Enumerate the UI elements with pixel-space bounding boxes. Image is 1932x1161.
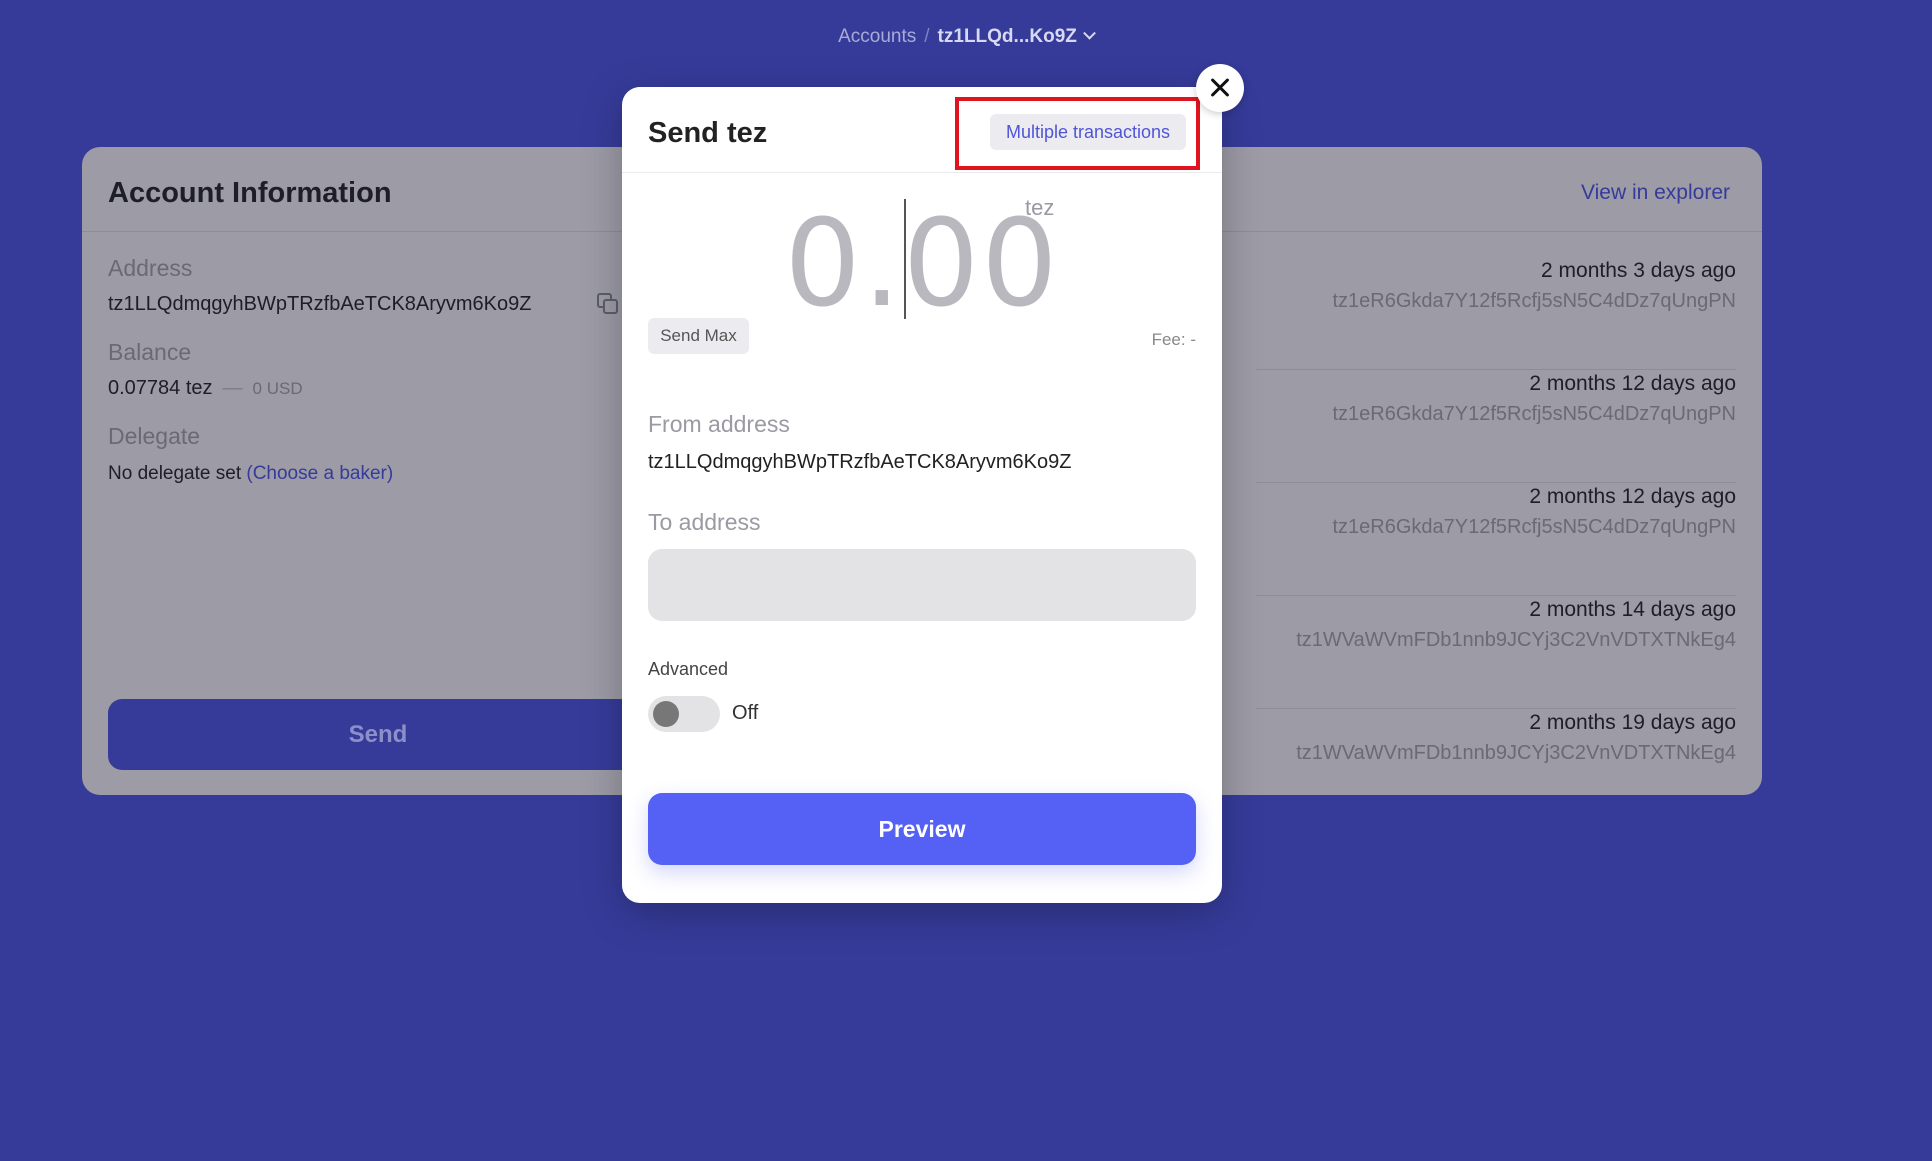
text-cursor [904, 199, 906, 319]
breadcrumb-separator: / [924, 26, 930, 47]
balance-value-row: 0.07784 tez — 0 USD [108, 377, 303, 400]
advanced-label: Advanced [648, 659, 729, 679]
from-address-value: tz1LLQdmqgyhBWpTRzfbAeTCK8Aryvm6Ko9Z [648, 451, 1072, 473]
transaction-address: tz1eR6Gkda7Y12f5Rcfj5sN5C4dDz7qUngPN [1332, 516, 1736, 538]
transaction-time: 2 months 3 days ago [1541, 259, 1736, 282]
to-address-input[interactable] [648, 549, 1196, 621]
toggle-knob [653, 701, 679, 727]
view-in-explorer-link[interactable]: View in explorer [1581, 181, 1730, 205]
breadcrumb: Accounts / tz1LLQd...Ko9Z [0, 26, 1932, 48]
delegate-row: No delegate set (Choose a baker) [108, 463, 393, 485]
send-max-button[interactable]: Send Max [648, 318, 749, 354]
amount-value[interactable]: 0.00 [784, 195, 1059, 334]
send-button[interactable]: Send [108, 699, 648, 770]
transaction-time: 2 months 12 days ago [1529, 485, 1736, 508]
breadcrumb-current-account[interactable]: tz1LLQd...Ko9Z [938, 26, 1077, 47]
transaction-address: tz1WVaWVmFDb1nnb9JCYj3C2VnVDTXTNkEg4 [1296, 629, 1736, 651]
balance-label: Balance [108, 339, 192, 365]
modal-header: Send tez Multiple transactions [622, 87, 1222, 173]
from-address-label: From address [648, 411, 790, 437]
to-address-label: To address [648, 509, 761, 535]
transaction-list: 2 months 3 days ago tz1eR6Gkda7Y12f5Rcfj… [1256, 257, 1736, 822]
highlight-box [955, 97, 1200, 170]
balance-usd: 0 USD [252, 379, 303, 398]
transaction-address: tz1eR6Gkda7Y12f5Rcfj5sN5C4dDz7qUngPN [1332, 403, 1736, 425]
account-card-title: Account Information [108, 177, 392, 209]
delegate-label: Delegate [108, 423, 201, 449]
transaction-row[interactable]: 2 months 19 days ago tz1WVaWVmFDb1nnb9JC… [1256, 709, 1736, 822]
transaction-row[interactable]: 2 months 12 days ago tz1eR6Gkda7Y12f5Rcf… [1256, 370, 1736, 483]
balance-dash: — [222, 377, 243, 399]
close-modal-button[interactable] [1196, 64, 1244, 112]
transaction-row[interactable]: 2 months 3 days ago tz1eR6Gkda7Y12f5Rcfj… [1256, 257, 1736, 370]
advanced-toggle[interactable] [648, 696, 720, 732]
amount-display[interactable]: 0.00 tez [622, 195, 1222, 334]
fee-text: Fee: - [1151, 330, 1196, 349]
transaction-time: 2 months 14 days ago [1529, 598, 1736, 621]
address-label: Address [108, 255, 193, 281]
transaction-time: 2 months 12 days ago [1529, 372, 1736, 395]
chevron-down-icon[interactable] [1083, 26, 1096, 40]
copy-icon[interactable] [597, 293, 619, 315]
preview-button[interactable]: Preview [648, 793, 1196, 865]
choose-baker-link[interactable]: (Choose a baker) [246, 463, 393, 484]
advanced-toggle-state: Off [732, 702, 759, 724]
transaction-row[interactable]: 2 months 12 days ago tz1eR6Gkda7Y12f5Rcf… [1256, 483, 1736, 596]
transaction-row[interactable]: 2 months 14 days ago tz1WVaWVmFDb1nnb9JC… [1256, 596, 1736, 709]
modal-title: Send tez [648, 117, 768, 149]
send-tez-modal: Send tez Multiple transactions 0.00 tez … [622, 87, 1222, 903]
breadcrumb-accounts[interactable]: Accounts [838, 26, 916, 47]
transaction-address: tz1eR6Gkda7Y12f5Rcfj5sN5C4dDz7qUngPN [1332, 290, 1736, 312]
transaction-time: 2 months 19 days ago [1529, 711, 1736, 734]
balance-value: 0.07784 tez [108, 377, 213, 399]
address-value: tz1LLQdmqgyhBWpTRzfbAeTCK8Aryvm6Ko9Z [108, 293, 532, 315]
amount-unit: tez [1025, 195, 1055, 220]
delegate-text: No delegate set [108, 463, 247, 484]
transaction-address: tz1WVaWVmFDb1nnb9JCYj3C2VnVDTXTNkEg4 [1296, 742, 1736, 764]
